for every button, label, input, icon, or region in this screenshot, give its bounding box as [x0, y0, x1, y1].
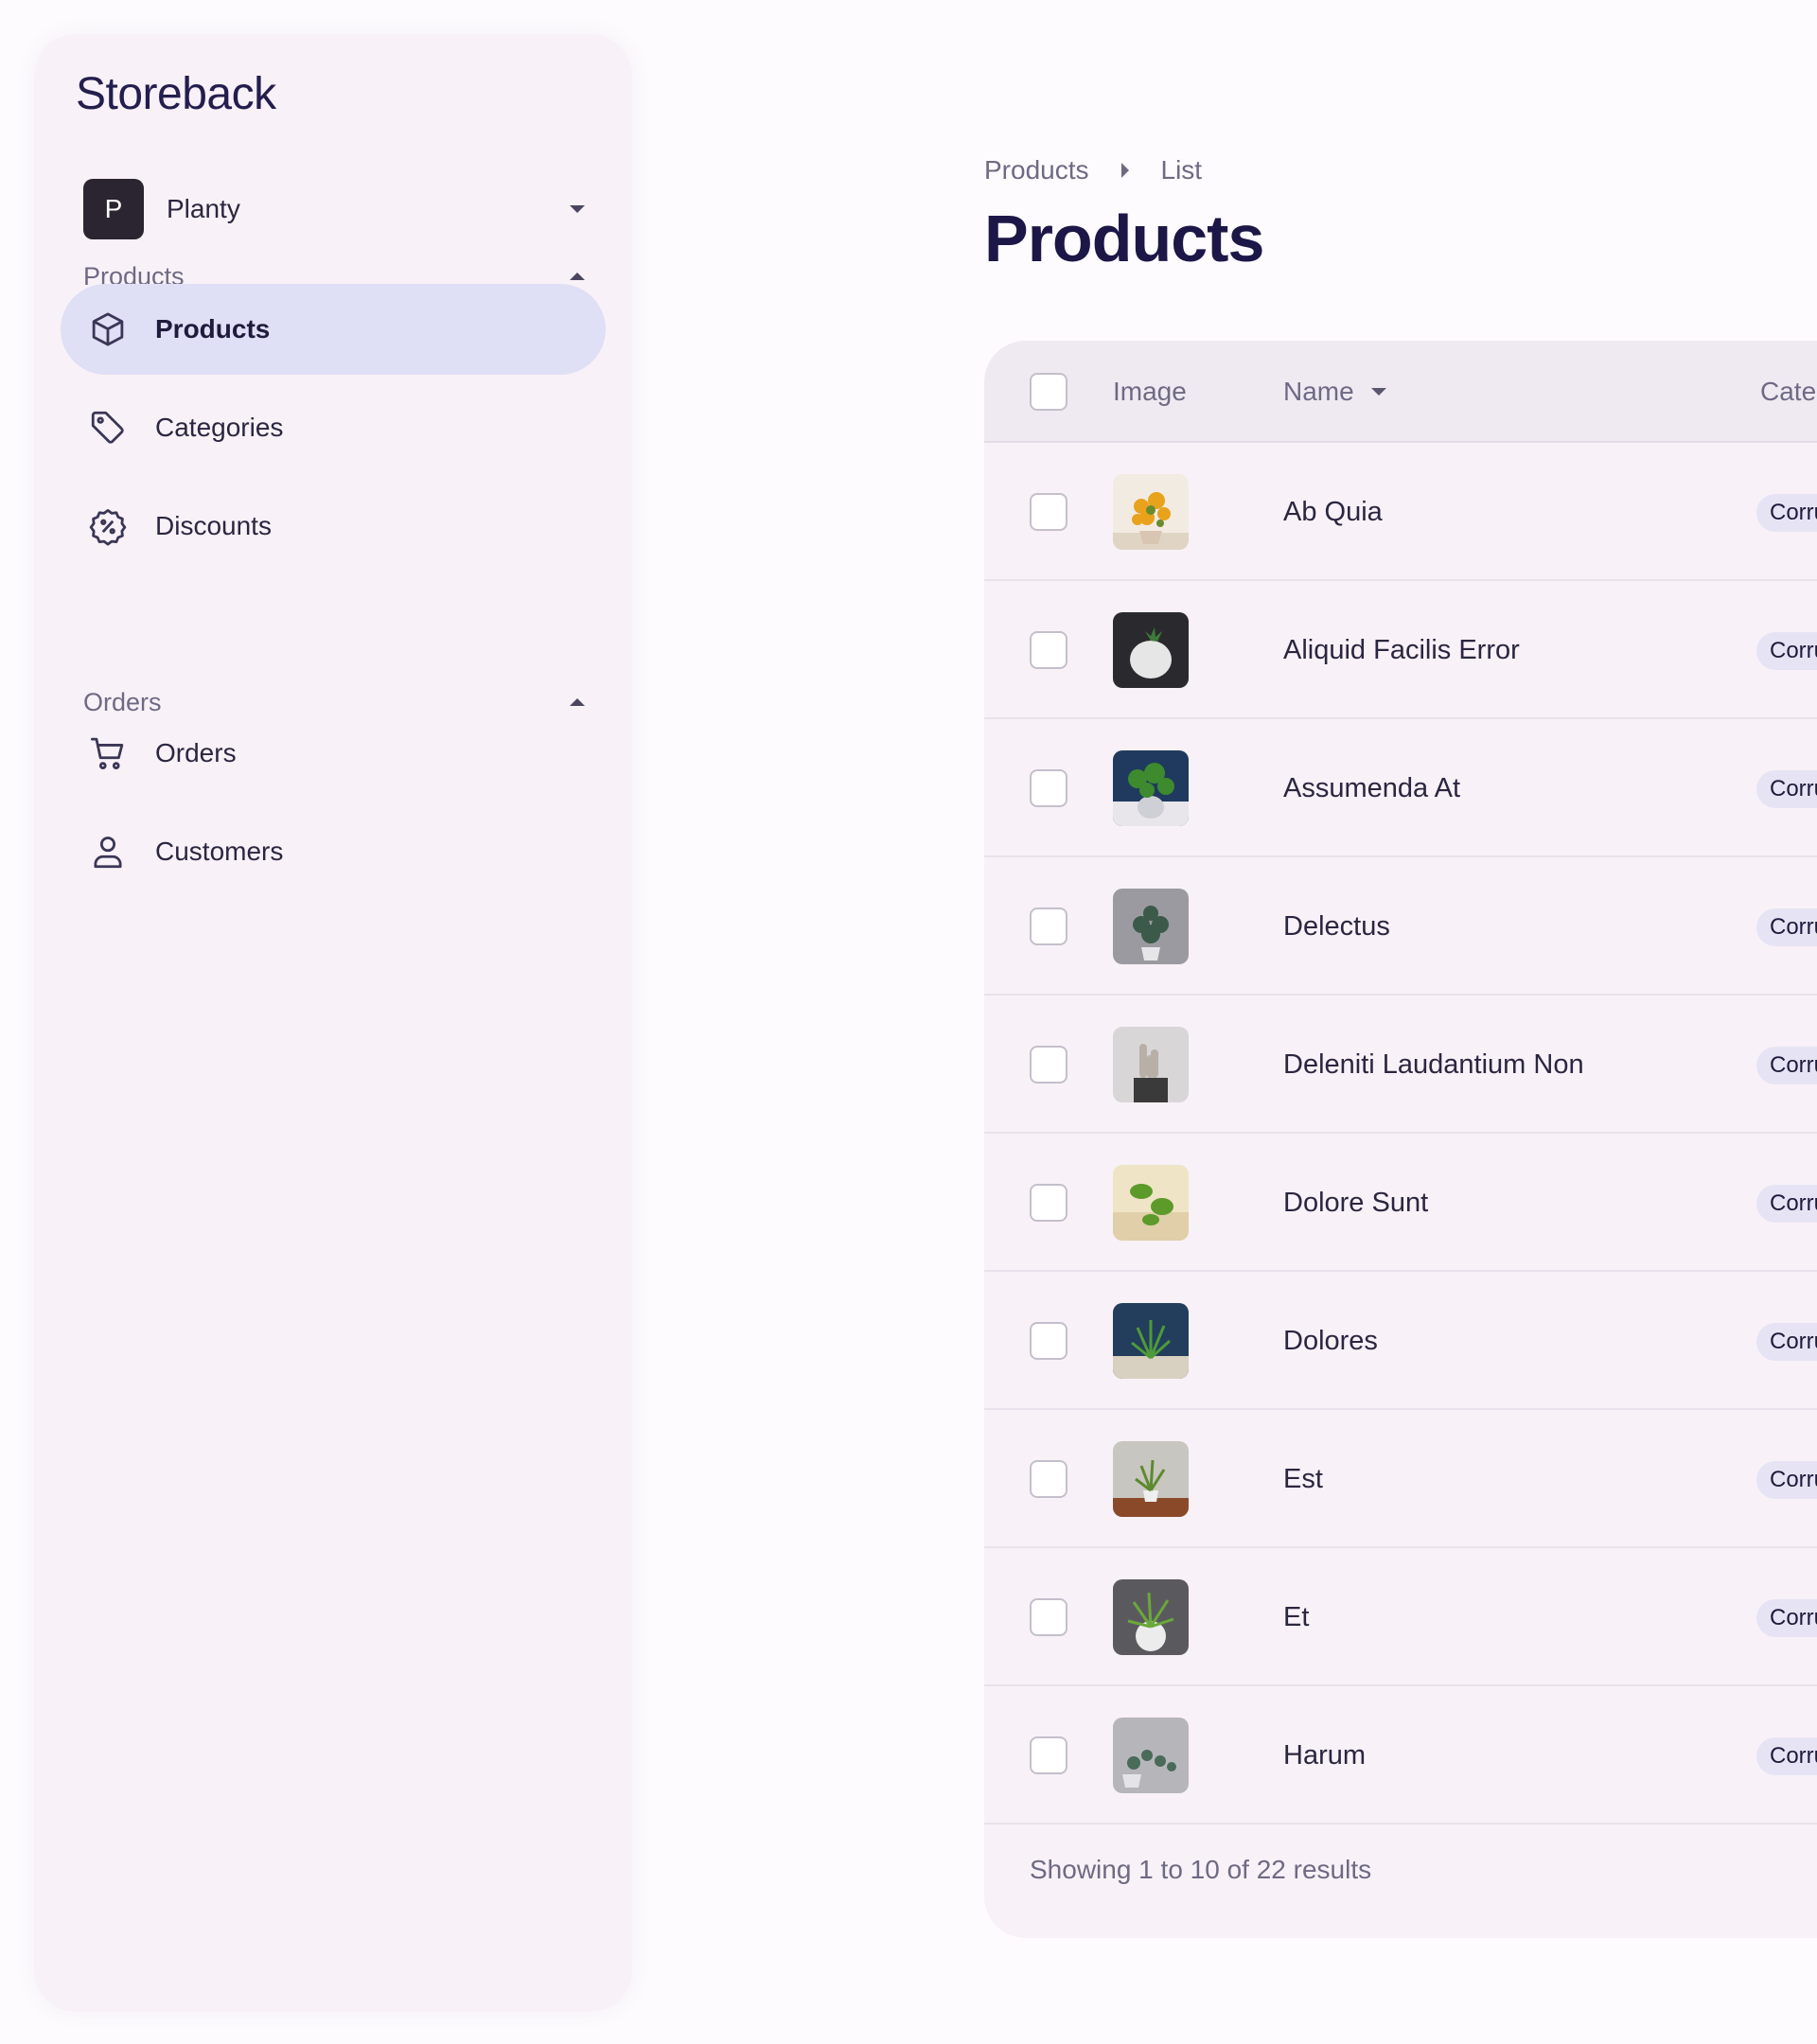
product-name: Harum	[1283, 1739, 1367, 1771]
product-name: Et	[1283, 1601, 1310, 1632]
product-name: Delectus	[1283, 910, 1390, 942]
product-name: Ab Quia	[1283, 496, 1383, 527]
sidebar: Storeback P Planty Products Products Cat…	[34, 34, 632, 2012]
row-checkbox[interactable]	[1030, 631, 1067, 669]
table-row[interactable]: Aliquid Facilis Error Corru	[984, 581, 1817, 719]
product-thumbnail	[1113, 750, 1189, 826]
category-badge: Corru	[1756, 632, 1817, 670]
product-name: Dolore Sunt	[1283, 1187, 1429, 1218]
sidebar-item-products[interactable]: Products	[61, 284, 606, 375]
sidebar-item-customers[interactable]: Customers	[61, 806, 606, 897]
sidebar-item-label: Categories	[155, 413, 284, 442]
table-row[interactable]: Et Corru	[984, 1548, 1817, 1686]
row-checkbox[interactable]	[1030, 1598, 1067, 1636]
chevron-up-icon	[570, 273, 585, 280]
sort-down-icon	[1370, 388, 1386, 396]
product-thumbnail	[1113, 474, 1189, 550]
sidebar-item-discounts[interactable]: Discounts	[61, 481, 606, 572]
sidebar-item-label: Products	[155, 314, 271, 344]
row-checkbox[interactable]	[1030, 1184, 1067, 1222]
product-name: Deleniti Laudantium Non	[1283, 1048, 1584, 1080]
app-title: Storeback	[76, 69, 276, 119]
table-row[interactable]: Harum Corru	[984, 1686, 1817, 1824]
product-thumbnail	[1113, 889, 1189, 964]
tag-icon	[87, 407, 129, 449]
category-badge: Corru	[1756, 1323, 1817, 1361]
product-thumbnail	[1113, 1718, 1189, 1793]
discount-badge-icon	[87, 505, 129, 547]
category-badge: Corru	[1756, 1461, 1817, 1499]
box-icon	[87, 308, 129, 350]
table-row[interactable]: Ab Quia Corru	[984, 443, 1817, 581]
category-badge: Corru	[1756, 1047, 1817, 1084]
row-checkbox[interactable]	[1030, 493, 1067, 531]
product-thumbnail	[1113, 1027, 1189, 1102]
chevron-right-icon	[1120, 163, 1129, 178]
breadcrumb-list: List	[1160, 155, 1203, 185]
product-thumbnail	[1113, 1303, 1189, 1379]
chevron-down-icon	[570, 205, 585, 213]
breadcrumb-products[interactable]: Products	[984, 155, 1089, 185]
row-checkbox[interactable]	[1030, 769, 1067, 807]
products-table: Image Name Cate Ab Quia Corru Aliquid Fa…	[984, 341, 1817, 1938]
store-switcher[interactable]: P Planty	[83, 178, 585, 240]
cart-icon	[87, 732, 129, 774]
breadcrumb: Products List	[984, 155, 1202, 185]
column-header-name[interactable]: Name	[1283, 341, 1386, 443]
product-name: Est	[1283, 1463, 1323, 1494]
column-header-category[interactable]: Cate	[1760, 341, 1816, 443]
product-name: Assumenda At	[1283, 772, 1460, 803]
product-thumbnail	[1113, 1165, 1189, 1241]
store-avatar: P	[83, 179, 144, 239]
product-name: Dolores	[1283, 1325, 1378, 1356]
product-thumbnail	[1113, 1441, 1189, 1517]
category-badge: Corru	[1756, 494, 1817, 532]
table-row[interactable]: Est Corru	[984, 1410, 1817, 1548]
table-row[interactable]: Dolores Corru	[984, 1272, 1817, 1410]
column-header-label: Name	[1283, 377, 1354, 406]
column-header-image: Image	[1113, 377, 1187, 406]
page-title: Products	[984, 202, 1264, 275]
row-checkbox[interactable]	[1030, 1322, 1067, 1360]
chevron-up-icon	[570, 698, 585, 706]
row-checkbox[interactable]	[1030, 907, 1067, 945]
product-thumbnail	[1113, 612, 1189, 688]
sidebar-item-label: Customers	[155, 837, 284, 866]
table-header: Image Name Cate	[984, 341, 1817, 443]
product-thumbnail	[1113, 1579, 1189, 1655]
category-badge: Corru	[1756, 908, 1817, 946]
sidebar-item-categories[interactable]: Categories	[61, 382, 606, 473]
product-name: Aliquid Facilis Error	[1283, 634, 1520, 665]
sidebar-item-label: Discounts	[155, 511, 272, 540]
table-row[interactable]: Assumenda At Corru	[984, 719, 1817, 857]
category-badge: Corru	[1756, 1599, 1817, 1637]
category-badge: Corru	[1756, 1737, 1817, 1775]
row-checkbox[interactable]	[1030, 1460, 1067, 1498]
store-name: Planty	[167, 194, 240, 223]
sidebar-item-label: Orders	[155, 738, 237, 767]
table-row[interactable]: Dolore Sunt Corru	[984, 1134, 1817, 1272]
row-checkbox[interactable]	[1030, 1046, 1067, 1084]
sidebar-item-orders[interactable]: Orders	[61, 708, 606, 799]
select-all-checkbox[interactable]	[1030, 373, 1067, 411]
pagination-summary: Showing 1 to 10 of 22 results	[1030, 1855, 1372, 1884]
table-row[interactable]: Deleniti Laudantium Non Corru	[984, 996, 1817, 1134]
category-badge: Corru	[1756, 770, 1817, 808]
table-row[interactable]: Delectus Corru	[984, 857, 1817, 996]
category-badge: Corru	[1756, 1185, 1817, 1223]
row-checkbox[interactable]	[1030, 1736, 1067, 1774]
user-icon	[87, 831, 129, 872]
